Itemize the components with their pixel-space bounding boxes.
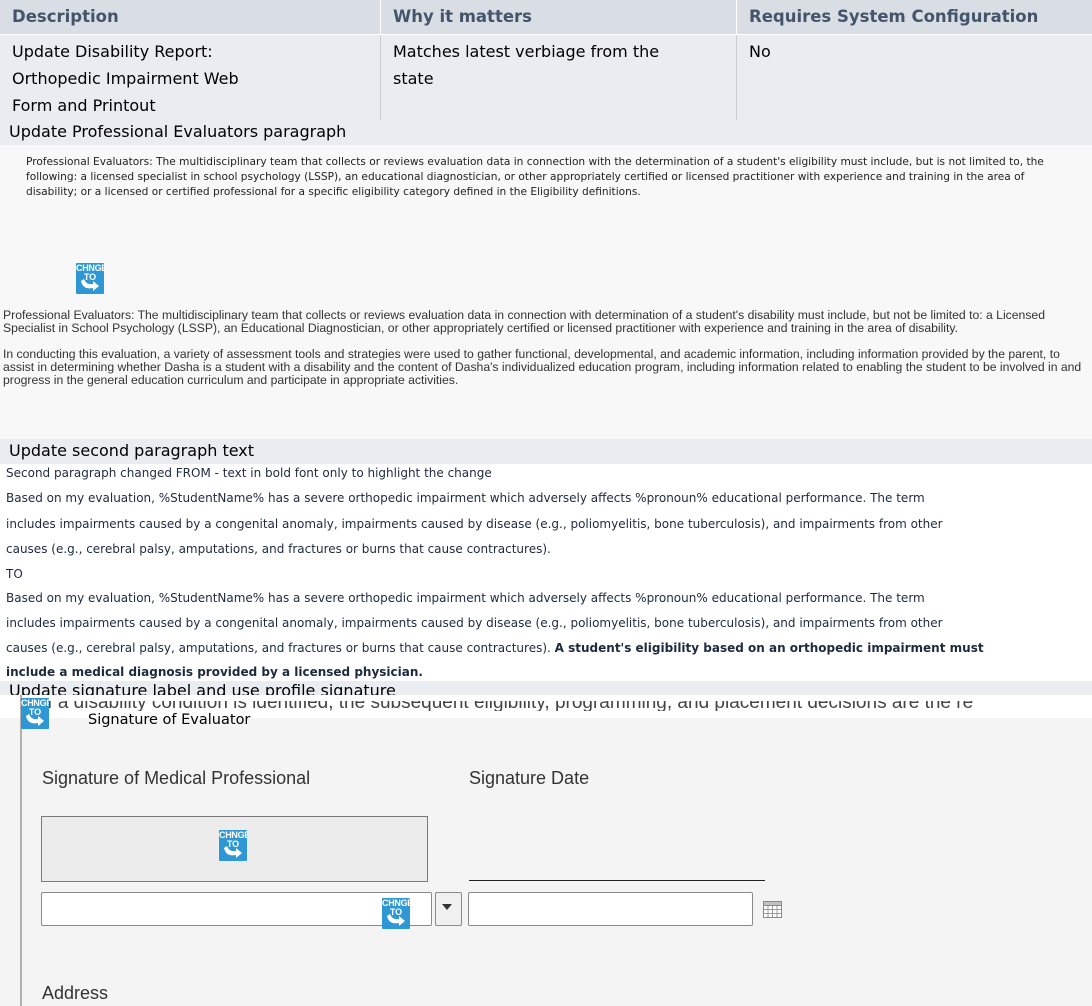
new-evaluators-paragraph: Professional Evaluators: The multidiscip… <box>3 308 1045 335</box>
change-to-icon: CHNGE TO <box>76 263 104 294</box>
evaluators-screenshot: Professional Evaluators: The multidiscip… <box>0 145 1092 439</box>
section-header: Update second paragraph text <box>0 439 1092 464</box>
signature-date-line <box>469 880 765 881</box>
to-line: Based on my evaluation, %StudentName% ha… <box>6 591 925 605</box>
intro-text: Second paragraph changed FROM - text in … <box>6 466 492 480</box>
requirements-table: Description Why it matters Requires Syst… <box>0 0 1092 120</box>
bold-change-text: include a medical diagnosis provided by … <box>6 665 423 679</box>
panel-border <box>20 695 22 1006</box>
cell-description: Update Disability Report: Orthopedic Imp… <box>0 35 380 120</box>
old-signature-label: Signature of Evaluator <box>88 712 251 728</box>
signature-date-input[interactable] <box>468 892 753 926</box>
section-title: Update second paragraph text <box>9 441 255 460</box>
truncated-text-strip: If a disability condition is identified,… <box>42 701 1092 711</box>
to-line: includes impairments caused by a congeni… <box>6 616 943 630</box>
to-line: causes (e.g., cerebral palsy, amputation… <box>6 641 984 655</box>
signature-screenshot: If a disability condition is identified,… <box>0 695 1092 1006</box>
header-why-it-matters: Why it matters <box>381 0 736 34</box>
description-line: Update Disability Report: <box>12 42 213 61</box>
new-assessment-paragraph: In conducting this evaluation, a variety… <box>3 347 1082 387</box>
from-line: Based on my evaluation, %StudentName% ha… <box>6 491 925 505</box>
evaluator-dropdown-button[interactable] <box>435 892 462 926</box>
description-line: Form and Printout <box>12 96 156 115</box>
change-to-icon: CHNGE TO <box>21 698 49 729</box>
cell-why-it-matters: Matches latest verbiage from the state <box>381 35 736 120</box>
section-header: Update Professional Evaluators paragraph <box>0 120 1092 145</box>
cell-divider <box>736 35 737 120</box>
why-line: state <box>393 69 434 88</box>
header-requires-config: Requires System Configuration <box>737 0 1092 34</box>
section-title: Update Professional Evaluators paragraph <box>9 122 347 141</box>
change-to-icon: CHNGE TO <box>382 898 410 929</box>
bold-change-text: A student's eligibility based on an orth… <box>554 641 984 655</box>
old-evaluators-paragraph: Professional Evaluators: The multidiscip… <box>26 156 1044 199</box>
description-line: Orthopedic Impairment Web <box>12 69 239 88</box>
why-line: Matches latest verbiage from the <box>393 42 660 61</box>
cell-requires-config: No <box>737 35 1092 120</box>
change-to-icon: CHNGE TO <box>219 830 247 861</box>
header-description: Description <box>0 0 380 34</box>
to-label: TO <box>6 567 23 581</box>
from-line: includes impairments caused by a congeni… <box>6 517 943 531</box>
from-line: causes (e.g., cerebral palsy, amputation… <box>6 542 551 556</box>
config-value: No <box>749 42 771 61</box>
calendar-icon[interactable] <box>763 901 782 918</box>
signature-date-label: Signature Date <box>469 768 590 788</box>
cell-divider <box>380 35 381 120</box>
evaluator-name-input[interactable] <box>41 892 432 926</box>
address-label: Address <box>42 983 109 1003</box>
medical-signature-label: Signature of Medical Professional <box>42 768 311 788</box>
chevron-down-icon <box>442 904 452 910</box>
